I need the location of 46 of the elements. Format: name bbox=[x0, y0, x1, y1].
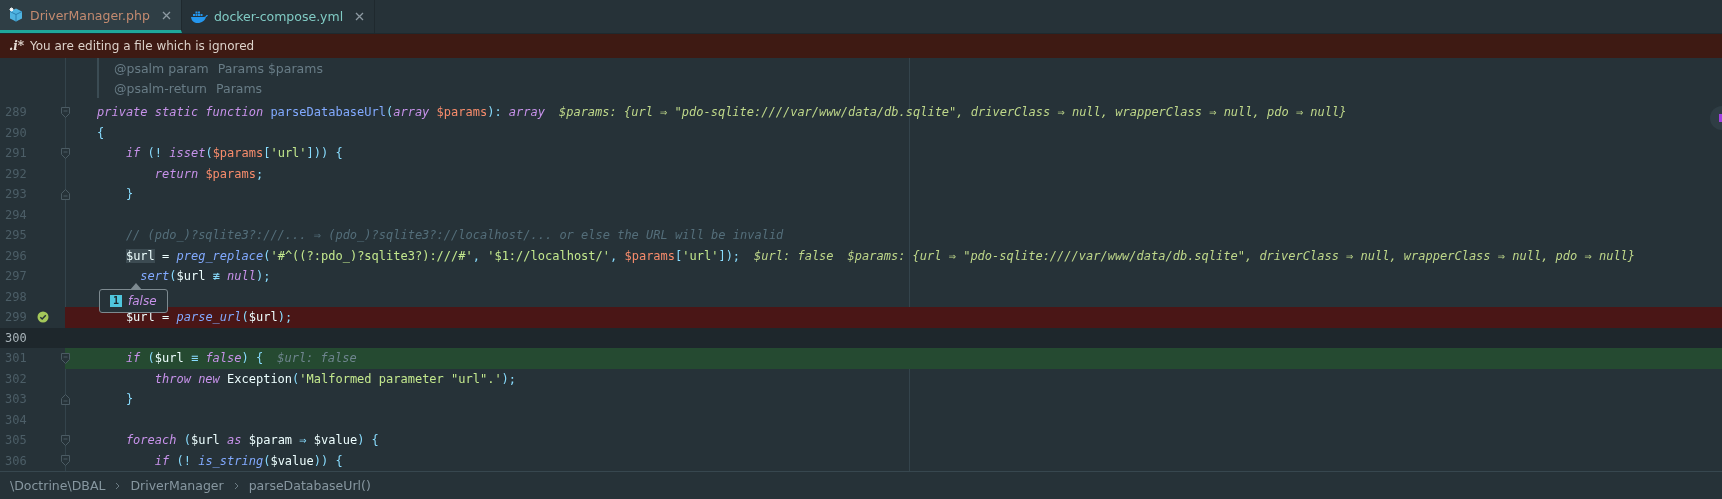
breakpoint-check-icon[interactable] bbox=[37, 311, 49, 324]
code-line: { bbox=[97, 125, 105, 140]
code-line: $url = preg_replace('#^((?:pdo_)?sqlite3?):///#', '$1://localhost/', $params['url']); bbox=[124, 248, 741, 263]
cube-icon bbox=[8, 7, 24, 23]
close-icon[interactable] bbox=[161, 10, 171, 20]
code-line: } bbox=[124, 392, 134, 407]
fold-icon[interactable] bbox=[60, 434, 70, 446]
doc-tag: @psalm param bbox=[114, 60, 209, 76]
banner-message: You are editing a file which is ignored bbox=[30, 39, 255, 53]
fold-icon[interactable] bbox=[60, 147, 70, 159]
fold-icon[interactable] bbox=[60, 455, 70, 467]
inlay-hint: $params: {url ⇒ "pdo-sqlite:////var/www/data/db.sqlite", driverClass ⇒ null, wrapperClass ⇒ null, pdo ⇒ null} bbox=[847, 248, 1636, 263]
breadcrumb-item[interactable]: DriverManager bbox=[130, 478, 224, 493]
whale-icon bbox=[189, 9, 208, 24]
doc-tag: @psalm-return bbox=[114, 80, 207, 96]
index-badge: 1 bbox=[110, 294, 122, 307]
doc-type: Params bbox=[216, 80, 263, 96]
fold-icon[interactable] bbox=[60, 106, 70, 118]
code-line: private static function parseDatabaseUrl(array $params): array bbox=[97, 105, 545, 120]
code-line: sert($url ≢ null); bbox=[139, 269, 271, 284]
fold-icon[interactable] bbox=[60, 352, 70, 364]
code-line: if (! is_string($value)) { bbox=[153, 453, 343, 468]
chevron-icon bbox=[115, 481, 121, 490]
inlay-hint: $params: {url ⇒ "pdo-sqlite:////var/www/data/db.sqlite", driverClass ⇒ null, wrapperClass ⇒ null, pdo ⇒ null} bbox=[558, 105, 1347, 120]
editor-tab[interactable]: docker-compose.yml bbox=[181, 0, 376, 33]
code-line: foreach ($url as $param ⇒ $value) { bbox=[124, 433, 379, 448]
doc-type: Params $params bbox=[217, 60, 323, 76]
breadcrumb-item[interactable]: parseDatabaseUrl() bbox=[248, 478, 371, 493]
code-line: return $params; bbox=[153, 166, 264, 181]
editor-tab[interactable]: DriverManager.php bbox=[0, 0, 182, 33]
tooltip-value: false bbox=[128, 293, 157, 308]
code-line: if (! isset($params['url'])) { bbox=[124, 146, 343, 161]
inlay-hint: $url: false bbox=[277, 351, 357, 366]
fold-icon[interactable] bbox=[60, 188, 70, 200]
breadcrumb-item[interactable]: \Doctrine\DBAL bbox=[10, 478, 106, 493]
close-icon[interactable] bbox=[355, 12, 365, 21]
code-line: } bbox=[124, 187, 134, 202]
chevron-icon bbox=[233, 481, 239, 490]
inlay-hint: $url: false bbox=[754, 248, 834, 263]
line-number: 300 bbox=[4, 330, 28, 345]
status-icon[interactable] bbox=[1710, 106, 1722, 130]
ignored-file-marker: .i* bbox=[9, 39, 24, 53]
code-line: throw new Exception('Malformed parameter "url".'); bbox=[153, 371, 517, 386]
code-line: if ($url ≡ false) { bbox=[124, 351, 264, 366]
code-line: // (pdo_)?sqlite3?:///... ⇒ (pdo_)?sqlite3?://localhost/... or else the URL will be invalid bbox=[124, 228, 784, 243]
fold-icon[interactable] bbox=[60, 393, 70, 405]
